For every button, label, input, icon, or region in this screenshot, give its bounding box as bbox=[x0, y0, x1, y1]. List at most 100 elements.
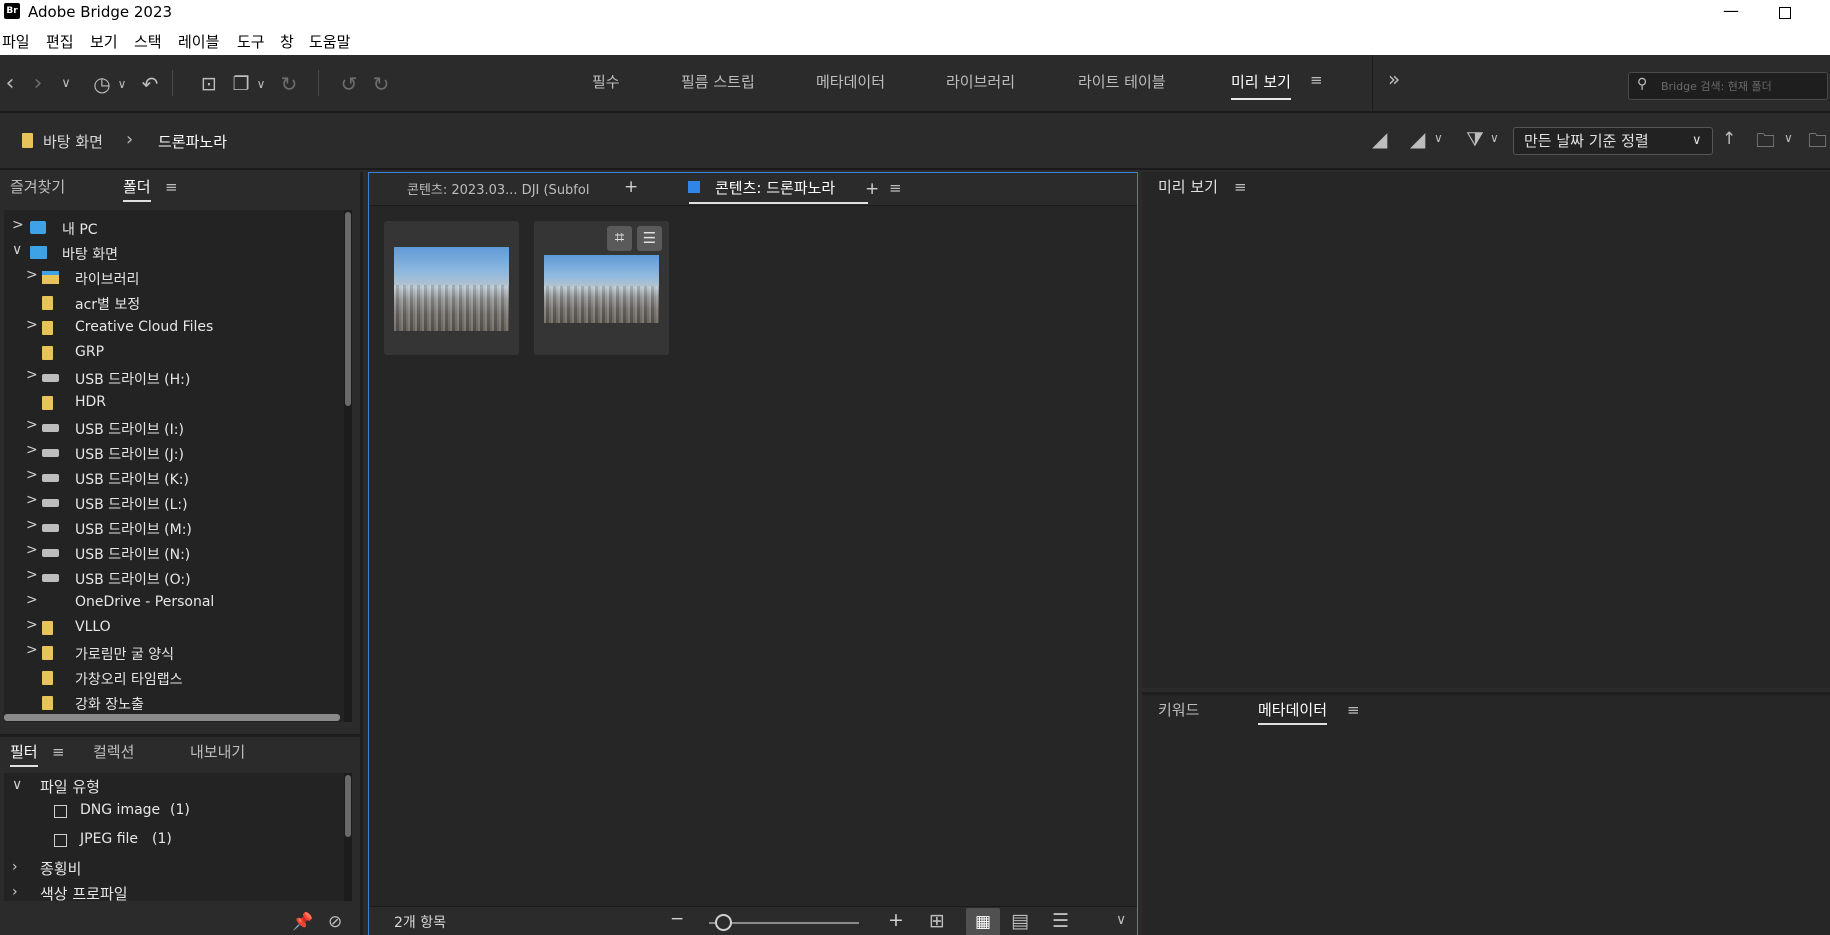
folder-tree-item[interactable]: ∨ 바탕 화면 bbox=[4, 241, 344, 265]
filter-aspect-ratio[interactable]: 종횡비 bbox=[40, 858, 81, 879]
rating-dropdown-icon[interactable]: ∨ bbox=[1434, 131, 1443, 145]
expand-chevron-icon[interactable]: > bbox=[26, 517, 38, 533]
quality-icon[interactable]: ◢ bbox=[1372, 127, 1387, 151]
search-box[interactable]: ⚲ bbox=[1628, 72, 1828, 100]
new-folder-icon[interactable]: 🗀 bbox=[1808, 127, 1827, 159]
expand-chevron-icon[interactable]: > bbox=[26, 567, 38, 583]
expand-chevron-icon[interactable]: > bbox=[26, 492, 38, 508]
folder-tree-item[interactable]: > USB 드라이브 (L:) bbox=[4, 491, 344, 515]
camera-import-icon[interactable]: ⊡ bbox=[196, 69, 222, 99]
add-tab-icon[interactable]: + bbox=[865, 179, 879, 199]
rating-filter-icon[interactable]: ◢ bbox=[1410, 127, 1425, 151]
view-options-dropdown-icon[interactable]: ∨ bbox=[1116, 912, 1126, 928]
folder-tree-item[interactable]: > VLLO bbox=[4, 616, 344, 640]
view-details-icon[interactable]: ▤ bbox=[1011, 910, 1029, 932]
tab-keywords[interactable]: 키워드 bbox=[1158, 699, 1199, 720]
view-list-icon[interactable]: ☰ bbox=[1052, 910, 1069, 932]
zoom-in-icon[interactable]: + bbox=[888, 909, 904, 931]
search-input[interactable] bbox=[1661, 77, 1821, 95]
tab-filter[interactable]: 필터 bbox=[10, 741, 38, 767]
scrollbar-thumb[interactable] bbox=[345, 212, 351, 406]
rotate-sync-icon[interactable]: ↻ bbox=[276, 69, 302, 99]
grid-lock-icon[interactable]: ⊞ bbox=[929, 910, 945, 932]
recent-dropdown-icon[interactable]: ∨ bbox=[58, 69, 74, 99]
clear-filter-icon[interactable]: ⊘ bbox=[328, 912, 342, 932]
sort-direction-icon[interactable]: ↑ bbox=[1722, 129, 1736, 149]
folder-tree-item[interactable]: 가창오리 타임랩스 bbox=[4, 666, 344, 690]
workspace-preview[interactable]: 미리 보기 bbox=[1231, 71, 1291, 100]
rotate-left-icon[interactable]: ↺ bbox=[336, 69, 362, 99]
menu-edit[interactable]: 편집 bbox=[46, 31, 74, 52]
expand-chevron-icon[interactable]: > bbox=[26, 592, 38, 608]
history-dropdown-icon[interactable]: ∨ bbox=[115, 69, 129, 99]
expand-chevron-icon[interactable]: > bbox=[26, 642, 38, 658]
expand-chevron-icon[interactable]: > bbox=[26, 617, 38, 633]
scrollbar-thumb[interactable] bbox=[345, 775, 351, 837]
adjustments-icon[interactable]: ☰ bbox=[637, 226, 662, 251]
expand-chevron-icon[interactable]: > bbox=[26, 467, 38, 483]
rotate-right-icon[interactable]: ↻ bbox=[368, 69, 394, 99]
folder-tree-item[interactable]: HDR bbox=[4, 391, 344, 415]
folder-tree-item[interactable]: > USB 드라이브 (K:) bbox=[4, 466, 344, 490]
metadata-panel-menu-icon[interactable]: ≡ bbox=[1347, 701, 1360, 719]
zoom-out-icon[interactable]: − bbox=[670, 909, 684, 929]
workspace-essentials[interactable]: 필수 bbox=[592, 71, 620, 92]
expand-chevron-icon[interactable]: › bbox=[12, 859, 18, 875]
folder-tree-item[interactable]: > USB 드라이브 (H:) bbox=[4, 366, 344, 390]
filter-items-icon[interactable]: ⧩ bbox=[1466, 127, 1484, 151]
breadcrumb-desktop[interactable]: 바탕 화면 bbox=[43, 131, 103, 152]
forward-icon[interactable]: › bbox=[28, 69, 48, 99]
folder-tree-item[interactable]: > OneDrive - Personal bbox=[4, 591, 344, 615]
thumbnail-card[interactable] bbox=[384, 221, 519, 355]
breadcrumb-current[interactable]: 드론파노라 bbox=[158, 131, 227, 152]
tab-export[interactable]: 내보내기 bbox=[190, 741, 245, 762]
maximize-button[interactable] bbox=[1770, 0, 1800, 24]
workspace-light-table[interactable]: 라이트 테이블 bbox=[1078, 71, 1166, 92]
preview-panel-title[interactable]: 미리 보기 bbox=[1158, 176, 1218, 197]
expand-chevron-icon[interactable]: > bbox=[26, 542, 38, 558]
collapse-chevron-icon[interactable]: ∨ bbox=[12, 242, 22, 258]
add-tab-icon[interactable]: + bbox=[624, 177, 638, 197]
workspace-filmstrip[interactable]: 필름 스트립 bbox=[681, 71, 755, 92]
menu-label[interactable]: 레이블 bbox=[178, 31, 219, 52]
thumbnail-image[interactable] bbox=[544, 255, 659, 323]
folders-panel-menu-icon[interactable]: ≡ bbox=[165, 178, 178, 196]
expand-chevron-icon[interactable]: > bbox=[26, 317, 38, 333]
filter-panel-menu-icon[interactable]: ≡ bbox=[52, 743, 65, 761]
zoom-slider-handle[interactable] bbox=[715, 914, 732, 931]
menu-help[interactable]: 도움말 bbox=[309, 31, 350, 52]
filter-dropdown-icon[interactable]: ∨ bbox=[1490, 131, 1499, 145]
folder-tree-item[interactable]: > USB 드라이브 (N:) bbox=[4, 541, 344, 565]
expand-chevron-icon[interactable]: > bbox=[26, 367, 38, 383]
folder-tree-scrollbar[interactable] bbox=[344, 210, 352, 722]
folder-tree-item[interactable]: > USB 드라이브 (O:) bbox=[4, 566, 344, 590]
menu-file[interactable]: 파일 bbox=[2, 31, 30, 52]
tab-content-dji[interactable]: 콘텐츠: 2023.03... DJI (Subfolders) bbox=[407, 179, 589, 198]
folder-tree-hscrollbar[interactable] bbox=[4, 714, 340, 721]
menu-stack[interactable]: 스택 bbox=[134, 31, 162, 52]
thumbnail-card[interactable]: ⌗ ☰ bbox=[534, 221, 669, 355]
refine-dropdown-icon[interactable]: ∨ bbox=[254, 69, 268, 99]
filter-file-type[interactable]: 파일 유형 bbox=[40, 776, 100, 797]
open-recent-dropdown-icon[interactable]: ∨ bbox=[1784, 131, 1793, 145]
thumbnail-image[interactable] bbox=[394, 247, 509, 331]
menu-tools[interactable]: 도구 bbox=[237, 31, 265, 52]
open-recent-folder-icon[interactable]: 🗀 bbox=[1756, 127, 1775, 159]
folder-tree-item[interactable]: acr별 보정 bbox=[4, 291, 344, 315]
workspace-library[interactable]: 라이브러리 bbox=[946, 71, 1015, 92]
workspace-menu-icon[interactable]: ≡ bbox=[1310, 71, 1323, 89]
sort-select[interactable]: 만든 날짜 기준 정렬 ∨ bbox=[1513, 127, 1713, 155]
pin-icon[interactable]: 📌 bbox=[292, 912, 313, 932]
workspace-overflow-icon[interactable]: » bbox=[1388, 67, 1400, 91]
tab-folders[interactable]: 폴더 bbox=[123, 176, 151, 202]
preview-panel-menu-icon[interactable]: ≡ bbox=[1234, 178, 1247, 196]
folder-tree-item[interactable]: > 내 PC bbox=[4, 216, 344, 240]
menu-view[interactable]: 보기 bbox=[90, 31, 118, 52]
search-icon[interactable]: ⚲ bbox=[1637, 76, 1647, 92]
filter-dng-checkbox[interactable] bbox=[54, 805, 67, 818]
folder-tree-item[interactable]: 강화 장노출 bbox=[4, 691, 344, 715]
tab-favorites[interactable]: 즐겨찾기 bbox=[10, 176, 65, 197]
expand-chevron-icon[interactable]: › bbox=[12, 884, 18, 900]
folder-tree-item[interactable]: > 라이브러리 bbox=[4, 266, 344, 290]
expand-chevron-icon[interactable]: > bbox=[26, 267, 38, 283]
